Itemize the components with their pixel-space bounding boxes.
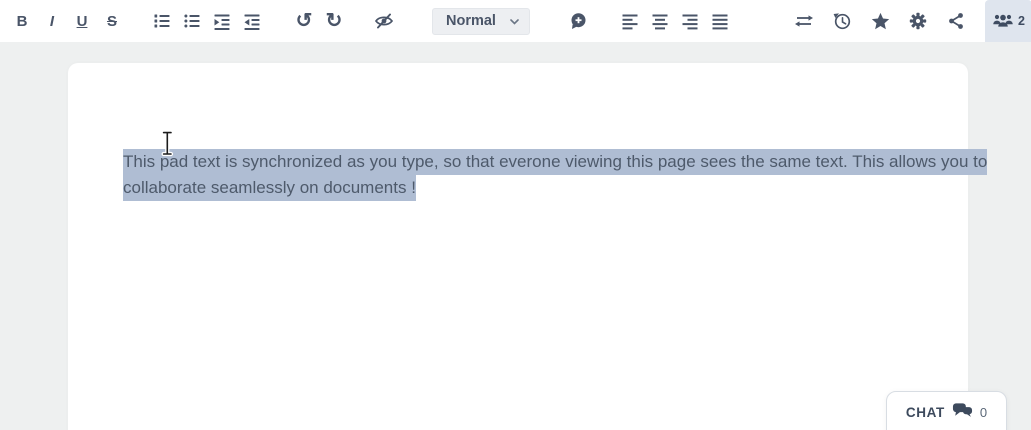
align-justify-icon — [711, 12, 729, 30]
unordered-list-icon — [183, 12, 201, 30]
pad-text: This pad text is synchronized as you typ… — [123, 149, 988, 201]
chat-launcher-inner: CHAT 0 — [887, 392, 1006, 430]
align-center-icon — [651, 12, 669, 30]
align-left-icon — [621, 12, 639, 30]
ordered-list-button[interactable] — [147, 4, 177, 38]
undo-icon: ↺ — [295, 10, 313, 32]
connected-users-button[interactable]: 2 — [985, 0, 1031, 42]
chat-label: CHAT — [905, 405, 945, 420]
swap-arrows-icon — [794, 12, 814, 30]
settings-button[interactable] — [899, 4, 937, 38]
editor-toolbar: B I U S ↺ ↻ Normal 2 — [0, 0, 1031, 42]
add-comment-button[interactable] — [563, 4, 593, 38]
italic-label: I — [49, 12, 55, 30]
align-left-button[interactable] — [615, 4, 645, 38]
align-right-icon — [681, 12, 699, 30]
chat-launcher[interactable]: CHAT 0 — [886, 391, 1007, 430]
indent-button[interactable] — [207, 4, 237, 38]
connected-users-count: 2 — [1018, 14, 1025, 28]
align-justify-button[interactable] — [705, 4, 735, 38]
eye-slash-icon — [374, 12, 394, 30]
users-group-icon — [992, 12, 1014, 31]
share-button[interactable] — [937, 4, 975, 38]
history-clock-icon — [832, 11, 852, 31]
pad-text-line-selected: collaborate seamlessly on documents ! — [123, 175, 416, 201]
favorite-star-button[interactable] — [861, 4, 899, 38]
outdent-button[interactable] — [237, 4, 267, 38]
italic-button[interactable]: I — [37, 4, 67, 38]
bold-label: B — [16, 12, 28, 30]
chat-bubbles-icon — [952, 402, 973, 423]
redo-icon: ↻ — [325, 10, 343, 32]
pad-editor-area[interactable]: This pad text is synchronized as you typ… — [68, 63, 988, 430]
share-icon — [947, 12, 965, 30]
paragraph-style-value: Normal — [446, 13, 496, 29]
redo-button[interactable]: ↻ — [319, 4, 349, 38]
strikethrough-label: S — [106, 12, 117, 30]
import-export-button[interactable] — [785, 4, 823, 38]
strikethrough-button[interactable]: S — [97, 4, 127, 38]
star-icon — [871, 12, 890, 31]
chevron-down-icon — [510, 13, 519, 29]
paragraph-style-dropdown[interactable]: Normal — [432, 7, 530, 35]
indent-icon — [213, 12, 231, 30]
pad-text-line-selected: This pad text is synchronized as you typ… — [123, 149, 988, 175]
outdent-icon — [243, 12, 261, 30]
unordered-list-button[interactable] — [177, 4, 207, 38]
comment-plus-icon — [569, 12, 587, 30]
align-right-button[interactable] — [675, 4, 705, 38]
underline-label: U — [76, 12, 88, 30]
ordered-list-icon — [153, 12, 171, 30]
bold-button[interactable]: B — [7, 4, 37, 38]
undo-button[interactable]: ↺ — [289, 4, 319, 38]
underline-button[interactable]: U — [67, 4, 97, 38]
timeslider-button[interactable] — [823, 4, 861, 38]
clear-authorship-button[interactable] — [367, 4, 401, 38]
align-center-button[interactable] — [645, 4, 675, 38]
etherpad-app: B I U S ↺ ↻ Normal 2 This pad text is sy… — [0, 0, 1031, 430]
chat-unread-count: 0 — [979, 405, 988, 420]
gear-icon — [909, 12, 927, 30]
